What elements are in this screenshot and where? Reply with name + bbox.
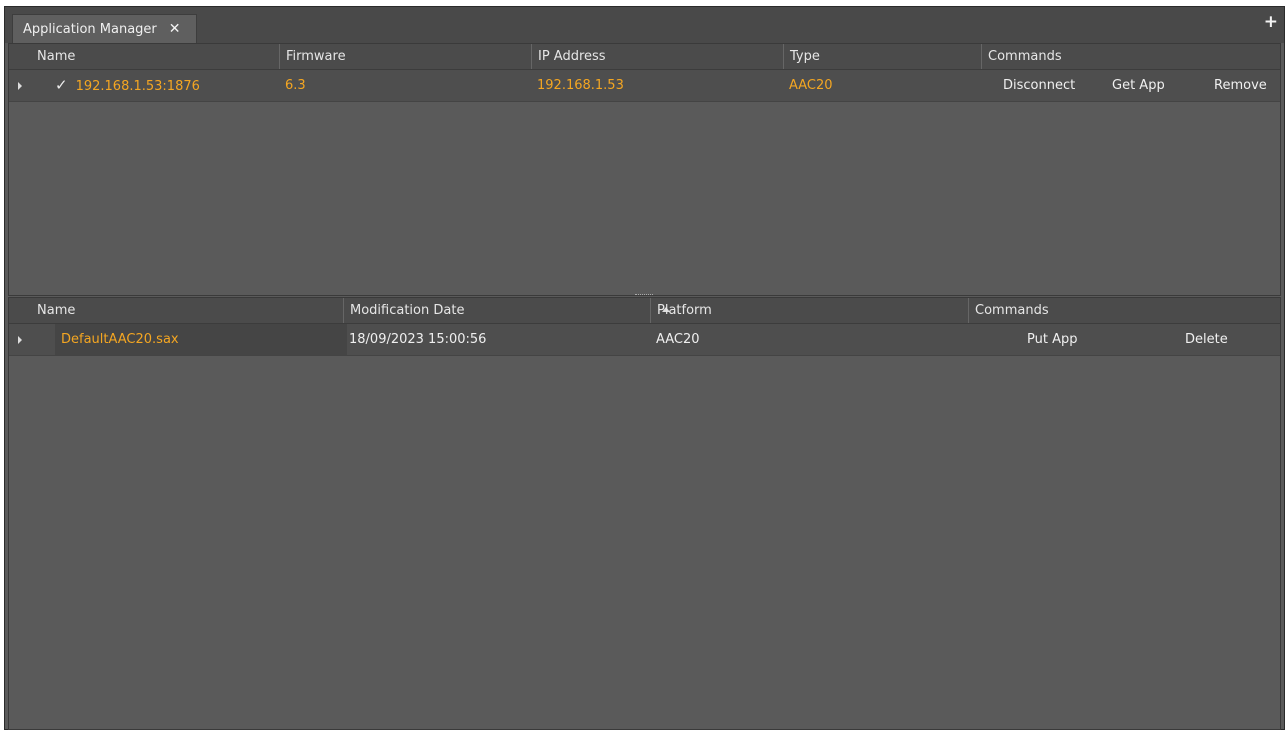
device-type: AAC20 [789,78,833,93]
tab-title: Application Manager [23,21,157,37]
app-name: DefaultAAC20.sax [61,332,179,347]
applications-grid: Name Modification Date Platform Commands… [8,297,1281,730]
devices-header: Name Firmware IP Address Type Commands [9,44,1280,70]
col-modification-date[interactable]: Modification Date [343,298,670,323]
device-name: 192.168.1.53:1876 [75,79,200,94]
put-app-button[interactable]: Put App [1027,324,1077,355]
disconnect-button[interactable]: Disconnect [1003,70,1075,101]
app-platform: AAC20 [656,332,700,347]
tab-bar: Application Manager ✕ + [5,7,1284,43]
table-row[interactable]: DefaultAAC20.sax 18/09/2023 15:00:56 AAC… [9,324,1280,356]
device-firmware: 6.3 [285,78,306,93]
col-modification-date-label: Modification Date [350,303,465,318]
app-modification-date: 18/09/2023 15:00:56 [349,332,487,347]
application-manager-window: Application Manager ✕ + Name Firmware IP… [4,6,1285,730]
col-name[interactable]: Name [31,44,279,69]
applications-header: Name Modification Date Platform Commands [9,298,1280,324]
delete-button[interactable]: Delete [1185,324,1228,355]
tab-application-manager[interactable]: Application Manager ✕ [12,14,197,43]
plus-icon[interactable]: + [1264,13,1278,31]
col-firmware[interactable]: Firmware [279,44,531,69]
remove-button[interactable]: Remove [1214,70,1267,101]
col-platform[interactable]: Platform [650,298,968,323]
devices-grid: Name Firmware IP Address Type Commands ✓… [8,43,1281,296]
get-app-button[interactable]: Get App [1112,70,1165,101]
table-row[interactable]: ✓ 192.168.1.53:1876 6.3 192.168.1.53 AAC2… [9,70,1280,102]
expand-arrow-icon[interactable] [9,324,31,355]
col-commands: Commands [968,298,1280,323]
col-commands: Commands [981,44,1280,69]
expand-arrow-icon[interactable] [9,70,31,101]
col-type[interactable]: Type [783,44,981,69]
device-ip: 192.168.1.53 [537,78,624,93]
close-icon[interactable]: ✕ [169,21,181,37]
col-name[interactable]: Name [31,298,343,323]
col-ip-address[interactable]: IP Address [531,44,783,69]
checkbox[interactable]: ✓ [55,76,68,94]
